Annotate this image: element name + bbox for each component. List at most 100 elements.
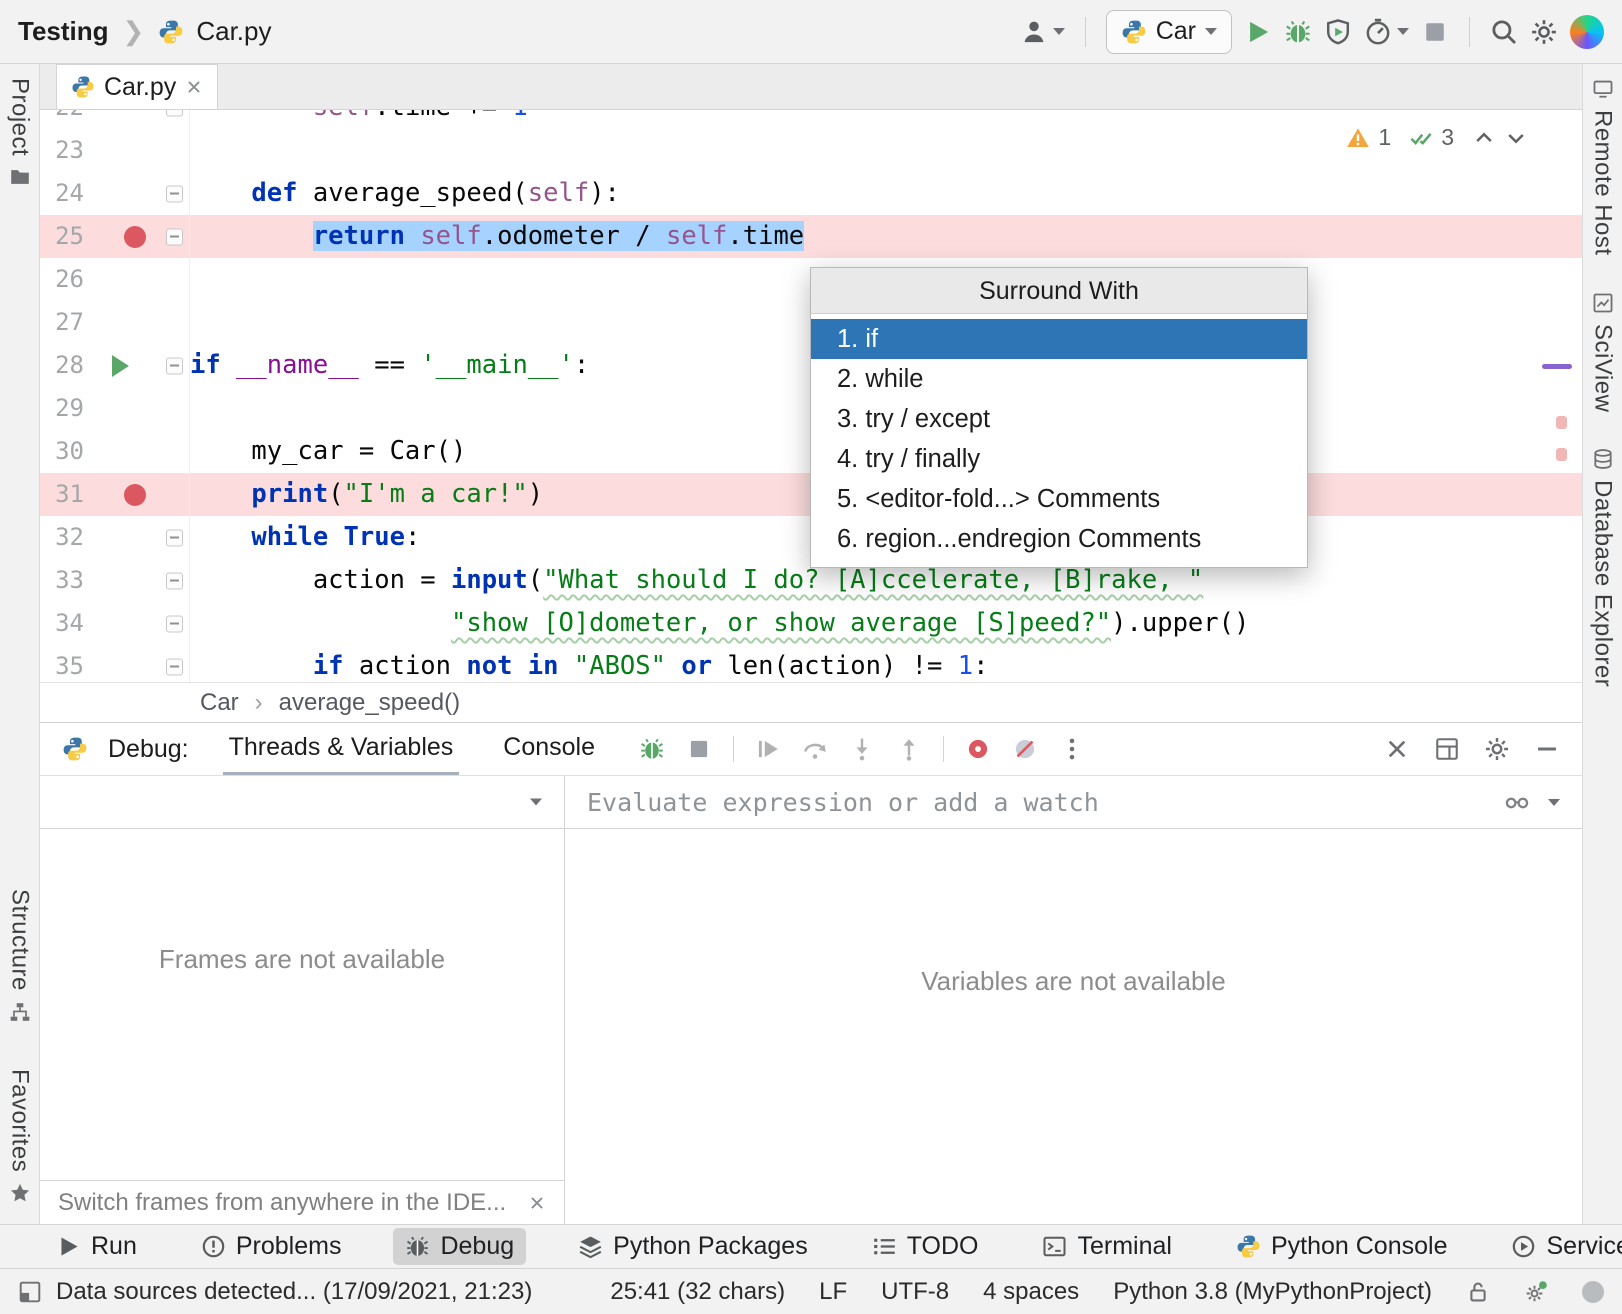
status-indicator-icon[interactable] xyxy=(1582,1281,1604,1303)
fold-marker-icon[interactable] xyxy=(166,357,183,374)
editor-tab-car-py[interactable]: Car.py xyxy=(56,64,218,109)
step-over-icon[interactable] xyxy=(802,736,828,762)
breakpoint-dot[interactable] xyxy=(124,484,146,506)
gutter[interactable]: 34 xyxy=(40,602,190,645)
chevron-down-icon[interactable] xyxy=(1504,126,1528,150)
breadcrumb-class[interactable]: Car xyxy=(200,689,239,717)
debug-tab-threads-variables[interactable]: Threads & Variables xyxy=(223,723,460,775)
scrollbar-mark[interactable] xyxy=(1556,416,1567,429)
gutter[interactable]: 23 xyxy=(40,129,190,172)
run-line-icon[interactable] xyxy=(112,355,129,377)
code-text[interactable]: "show [O]dometer, or show average [S]pee… xyxy=(190,602,1582,645)
code-line[interactable]: 25 return self.odometer / self.time xyxy=(40,215,1582,258)
hide-icon[interactable] xyxy=(1534,736,1560,762)
settings-button[interactable] xyxy=(1530,18,1558,46)
gutter[interactable]: 29 xyxy=(40,387,190,430)
file-encoding[interactable]: UTF-8 xyxy=(881,1278,949,1306)
fold-marker-icon[interactable] xyxy=(166,228,183,245)
frames-combo[interactable] xyxy=(40,775,564,829)
step-into-icon[interactable] xyxy=(849,736,875,762)
resume-program-icon[interactable] xyxy=(755,736,781,762)
python-interpreter[interactable]: Python 3.8 (MyPythonProject) xyxy=(1113,1278,1432,1306)
toolwindow-button-problems[interactable]: Problems xyxy=(189,1228,354,1265)
breakpoint-dot[interactable] xyxy=(124,226,146,248)
gutter[interactable]: 35 xyxy=(40,645,190,682)
search-everywhere-button[interactable] xyxy=(1490,18,1518,46)
gear-badge-icon[interactable] xyxy=(1524,1280,1548,1304)
toolwindow-button-structure[interactable]: Structure xyxy=(6,889,34,1023)
gutter[interactable]: 33 xyxy=(40,559,190,602)
breadcrumb-method[interactable]: average_speed() xyxy=(279,689,460,717)
fold-marker-icon[interactable] xyxy=(166,529,183,546)
watch-input[interactable]: Evaluate expression or add a watch xyxy=(565,775,1582,829)
line-separator[interactable]: LF xyxy=(819,1278,847,1306)
toolwindow-switcher-icon[interactable] xyxy=(18,1280,42,1304)
code-text[interactable]: return self.odometer / self.time xyxy=(190,215,1582,258)
popup-item[interactable]: 1. if xyxy=(811,319,1307,359)
toolwindow-button-python-packages[interactable]: Python Packages xyxy=(566,1228,820,1265)
toolwindow-button-python-console[interactable]: Python Console xyxy=(1224,1228,1460,1265)
more-options-icon[interactable] xyxy=(1059,736,1085,762)
layout-settings-icon[interactable] xyxy=(1434,736,1460,762)
gutter[interactable]: 32 xyxy=(40,516,190,559)
close-icon[interactable] xyxy=(1384,736,1410,762)
popup-item[interactable]: 6. region...endregion Comments xyxy=(811,519,1307,559)
chevron-down-icon[interactable] xyxy=(1548,799,1560,806)
toolwindow-button-services[interactable]: Services xyxy=(1499,1228,1622,1265)
gutter[interactable]: 25 xyxy=(40,215,190,258)
ide-logo-icon[interactable] xyxy=(1570,15,1604,49)
gutter[interactable]: 28 xyxy=(40,344,190,387)
glasses-watch-icon[interactable] xyxy=(1504,789,1530,815)
chevron-up-icon[interactable] xyxy=(1472,126,1496,150)
toolwindow-button-database[interactable]: Database Explorer xyxy=(1589,448,1617,687)
popup-item[interactable]: 5. <editor-fold...> Comments xyxy=(811,479,1307,519)
toolwindow-button-project[interactable]: Project xyxy=(6,78,34,188)
fold-marker-icon[interactable] xyxy=(166,572,183,589)
popup-item[interactable]: 4. try / finally xyxy=(811,439,1307,479)
gutter[interactable]: 24 xyxy=(40,172,190,215)
file-breadcrumb[interactable]: Car.py xyxy=(196,16,271,47)
gutter[interactable]: 26 xyxy=(40,258,190,301)
lock-icon[interactable] xyxy=(1466,1280,1490,1304)
toolwindow-button-sciview[interactable]: SciView xyxy=(1589,292,1617,412)
code-text[interactable]: def average_speed(self): xyxy=(190,172,1582,215)
toolwindow-button-run[interactable]: Run xyxy=(44,1228,149,1265)
debug-tab-console[interactable]: Console xyxy=(497,723,601,775)
run-with-coverage-button[interactable] xyxy=(1324,18,1352,46)
vcs-user-button[interactable] xyxy=(1020,18,1065,46)
fold-marker-icon[interactable] xyxy=(166,658,183,675)
popup-item[interactable]: 2. while xyxy=(811,359,1307,399)
code-line[interactable]: 35 if action not in "ABOS" or len(action… xyxy=(40,645,1582,682)
toolwindow-button-terminal[interactable]: Terminal xyxy=(1030,1228,1183,1265)
mute-breakpoints-icon[interactable] xyxy=(1012,736,1038,762)
fold-marker-icon[interactable] xyxy=(166,110,183,116)
scrollbar-caret-mark[interactable] xyxy=(1542,364,1572,369)
step-out-icon[interactable] xyxy=(896,736,922,762)
toolwindow-button-remote-host[interactable]: Remote Host xyxy=(1589,78,1617,256)
view-breakpoints-icon[interactable] xyxy=(965,736,991,762)
fold-marker-icon[interactable] xyxy=(166,615,183,632)
scrollbar-mark[interactable] xyxy=(1556,448,1567,461)
gutter[interactable]: 30 xyxy=(40,430,190,473)
run-configuration-select[interactable]: Car xyxy=(1106,10,1232,54)
gear-icon[interactable] xyxy=(1484,736,1510,762)
caret-position[interactable]: 25:41 (32 chars) xyxy=(610,1278,785,1306)
gutter[interactable]: 27 xyxy=(40,301,190,344)
project-breadcrumb[interactable]: Testing xyxy=(18,16,109,47)
inspections-widget[interactable]: 1 3 xyxy=(1346,124,1528,151)
debug-button[interactable] xyxy=(1284,18,1312,46)
code-line[interactable]: 34 "show [O]dometer, or show average [S]… xyxy=(40,602,1582,645)
code-text[interactable]: if action not in "ABOS" or len(action) !… xyxy=(190,645,1582,682)
stop-button[interactable] xyxy=(1421,18,1449,46)
toolwindow-button-todo[interactable]: TODO xyxy=(860,1228,991,1265)
toolwindow-button-favorites[interactable]: Favorites xyxy=(6,1069,34,1204)
toolwindow-button-debug[interactable]: Debug xyxy=(393,1228,526,1265)
rerun-debug-bug-icon[interactable] xyxy=(639,736,665,762)
profiler-button[interactable] xyxy=(1364,18,1409,46)
run-button[interactable] xyxy=(1244,18,1272,46)
close-tab-icon[interactable] xyxy=(185,78,203,96)
gutter[interactable]: 22 xyxy=(40,110,190,129)
popup-item[interactable]: 3. try / except xyxy=(811,399,1307,439)
code-line[interactable]: 24 def average_speed(self): xyxy=(40,172,1582,215)
indent-style[interactable]: 4 spaces xyxy=(983,1278,1079,1306)
